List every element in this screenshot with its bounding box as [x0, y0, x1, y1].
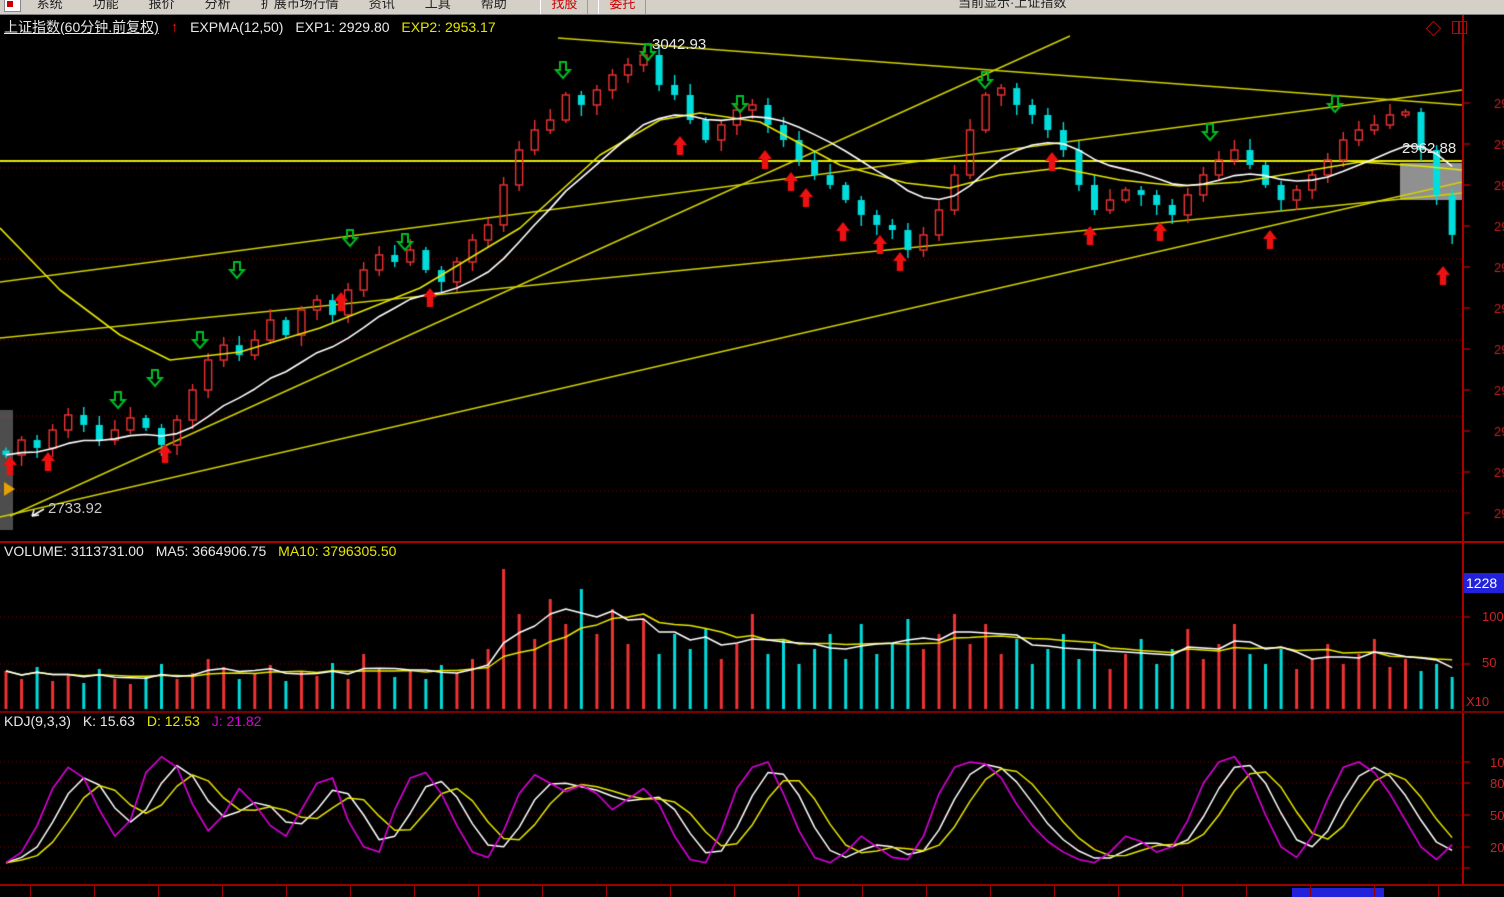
time-tick	[1182, 886, 1183, 897]
time-tick	[926, 886, 927, 897]
time-tick	[1246, 886, 1247, 897]
volume-latest-badge: 1228	[1464, 573, 1504, 593]
time-tick	[158, 886, 159, 897]
hot-button-container: 找股委托	[540, 0, 656, 11]
time-tick	[286, 886, 287, 897]
time-tick	[94, 886, 95, 897]
menu-item-5[interactable]: 资讯	[369, 0, 395, 14]
time-tick	[862, 886, 863, 897]
time-selection-badge	[1292, 888, 1384, 897]
menu-item-0[interactable]: 系统	[37, 0, 63, 14]
low-price-label: 2733.92	[48, 500, 102, 517]
menu-bar: 系统 功能 报价 分析 扩展市场行情 资讯 工具 帮助 找股委托	[0, 0, 656, 13]
exp2-value: EXP2: 2953.17	[401, 19, 495, 35]
j-value: J: 21.82	[212, 713, 262, 729]
time-tick	[1054, 886, 1055, 897]
chart-corner-icons	[1428, 21, 1467, 39]
volume-header: VOLUME: 3113731.00 MA5: 3664906.75 MA10:…	[4, 543, 404, 559]
signal-up-arrow-icon: ↑	[171, 19, 179, 36]
kdj-tick-50: 50	[1490, 808, 1504, 823]
kdj-tick-100: 100	[1490, 755, 1504, 770]
kdj-header: KDJ(9,3,3) K: 15.63 D: 12.53 J: 21.82	[4, 713, 270, 729]
menu-container: 系统 功能 报价 分析 扩展市场行情 资讯 工具 帮助	[37, 0, 537, 11]
menu-item-6[interactable]: 工具	[425, 0, 451, 14]
top-toolbar: 系统 功能 报价 分析 扩展市场行情 资讯 工具 帮助 找股委托 当前显示·上证指数	[0, 0, 1504, 15]
diamond-icon[interactable]	[1426, 21, 1442, 37]
app-window: 系统 功能 报价 分析 扩展市场行情 资讯 工具 帮助 找股委托 当前显示·上证指数 上证指数…	[0, 0, 1504, 897]
k-value: K: 15.63	[83, 713, 135, 729]
menu-item-1[interactable]: 功能	[93, 0, 119, 14]
ma5-value: MA5: 3664906.75	[156, 543, 267, 559]
time-tick	[414, 886, 415, 897]
volume-chart-canvas[interactable]	[0, 565, 1504, 710]
kdj-name: KDJ(9,3,3)	[4, 713, 71, 729]
menu-item-7[interactable]: 帮助	[481, 0, 507, 14]
time-tick	[1374, 886, 1375, 897]
volume-tick-100: 100	[1482, 609, 1504, 624]
hot-button-0[interactable]: 找股	[540, 0, 588, 15]
exp1-value: EXP1: 2929.80	[295, 19, 389, 35]
hot-button-1[interactable]: 委托	[598, 0, 646, 15]
volume-value: VOLUME: 3113731.00	[4, 543, 144, 559]
peak-price-label: 3042.93	[652, 36, 706, 53]
right-axis-line	[1462, 15, 1464, 897]
time-tick	[542, 886, 543, 897]
volume-unit-label: X10	[1466, 694, 1489, 709]
time-tick	[1310, 886, 1311, 897]
time-tick	[734, 886, 735, 897]
kdj-chart-canvas[interactable]	[0, 733, 1504, 883]
stock-title-link[interactable]: 上证指数(60分钟.前复权)	[4, 19, 159, 35]
main-chart-header: 上证指数(60分钟.前复权) ↑ EXPMA(12,50) EXP1: 2929…	[4, 17, 504, 37]
ma10-value: MA10: 3796305.50	[278, 543, 396, 559]
time-axis[interactable]	[0, 884, 1504, 897]
kdj-tick-20: 20	[1490, 840, 1504, 855]
time-tick	[30, 886, 31, 897]
d-value: D: 12.53	[147, 713, 200, 729]
time-tick	[1438, 886, 1439, 897]
time-tick	[606, 886, 607, 897]
time-tick	[350, 886, 351, 897]
current-price-label: 2962.88	[1402, 140, 1456, 157]
kdj-tick-80: 80	[1490, 776, 1504, 791]
menu-item-4[interactable]: 扩展市场行情	[261, 0, 339, 14]
time-tick	[222, 886, 223, 897]
time-tick	[670, 886, 671, 897]
time-tick	[1118, 886, 1119, 897]
time-tick	[798, 886, 799, 897]
indicator-label: EXPMA(12,50)	[190, 19, 283, 35]
time-tick	[478, 886, 479, 897]
window-split-icon[interactable]	[1452, 21, 1467, 34]
volume-tick-50: 50	[1482, 655, 1496, 670]
app-logo-icon	[4, 0, 21, 12]
main-chart-canvas[interactable]	[0, 15, 1504, 541]
time-tick	[990, 886, 991, 897]
toolbar-status-text: 当前显示·上证指数	[958, 0, 1066, 13]
menu-item-2[interactable]: 报价	[149, 0, 175, 14]
menu-item-3[interactable]: 分析	[205, 0, 231, 14]
